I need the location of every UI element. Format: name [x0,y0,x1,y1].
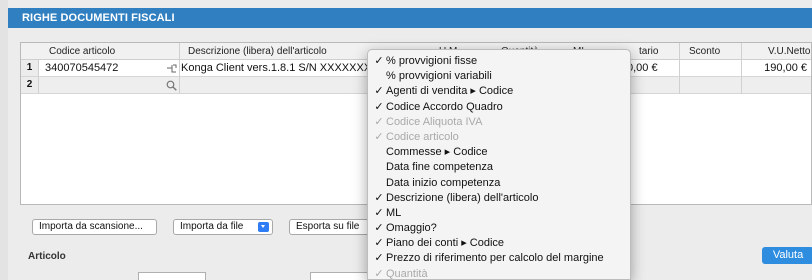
menu-item-label: Descrizione (libera) dell'articolo [386,191,539,204]
header-descrizione[interactable]: Descrizione (libera) dell'articolo [188,46,327,57]
menu-item-label: Commesse ▸ Codice [386,146,488,159]
importa-file-select[interactable]: Importa da file [173,219,273,235]
articolo-field[interactable] [310,272,370,280]
menu-item[interactable]: Data fine competenza [368,160,630,175]
checkmark-icon: ✓ [374,130,384,143]
row-number: 1 [21,60,39,76]
menu-item[interactable]: ✓ ML [368,206,630,221]
row-number: 2 [21,77,39,93]
menu-item-label: Prezzo di riferimento per calcolo del ma… [386,252,604,265]
column-visibility-menu[interactable]: ✓% provvigioni fisse% provvigioni variab… [367,49,631,280]
importa-file-label: Importa da file [180,221,244,232]
menu-item-label: Omaggio? [386,222,437,235]
menu-item[interactable]: ✓ Piano dei conti ▸ Codice [368,236,630,251]
checkmark-icon: ✓ [374,191,384,204]
importa-scansione-button[interactable]: Importa da scansione... [32,219,157,235]
checkmark-icon: ✓ [374,115,384,128]
checkmark-icon: ✓ [374,85,384,98]
articolo-field[interactable] [138,272,206,280]
checkmark-icon: ✓ [374,237,384,250]
checkmark-icon: ✓ [374,222,384,235]
chevron-down-icon [258,222,269,232]
menu-item-label: Codice Aliquota IVA [386,115,483,128]
menu-item-label: % provvigioni fisse [386,55,478,67]
menu-item-label: ML [386,206,402,219]
section-articolo-label: Articolo [28,251,66,262]
menu-item[interactable]: % provvigioni variabili [368,69,630,84]
menu-item-label: Piano dei conti ▸ Codice [386,237,505,250]
link-icon[interactable] [166,63,177,74]
header-codice-articolo[interactable]: Codice articolo [49,46,115,57]
menu-item[interactable]: ✓% provvigioni fisse [368,54,630,69]
menu-item-label: Codice Accordo Quadro [386,100,503,113]
cell-codice-articolo[interactable] [45,77,155,93]
column-divider [179,43,180,94]
menu-item-label: Data inizio competenza [386,176,501,189]
menu-item[interactable]: Commesse ▸ Codice [368,145,630,160]
menu-item-label: % provvigioni variabili [386,70,492,83]
menu-item-label: Data fine competenza [386,161,494,174]
checkmark-icon: ✓ [374,55,384,67]
panel-title: RIGHE DOCUMENTI FISCALI [8,8,812,28]
column-divider [741,43,742,94]
cell-v-u-netto[interactable]: 190,00 € [743,60,809,76]
menu-item: ✓ Codice articolo [368,130,630,145]
menu-item-label: Agenti di vendita ▸ Codice [386,85,514,98]
cell-v-unitario[interactable]: 0,00 € [627,60,671,76]
column-divider [679,43,680,94]
menu-item[interactable]: ✓ Codice Accordo Quadro [368,100,630,115]
menu-item[interactable]: ✓ Agenti di vendita ▸ Codice [368,84,630,99]
menu-item[interactable]: Data inizio competenza [368,176,630,191]
menu-item-label: Quantità [386,267,428,280]
menu-item[interactable]: ✓ Descrizione (libera) dell'articolo [368,191,630,206]
header-sconto[interactable]: Sconto [689,46,720,57]
checkmark-icon: ✓ [374,206,384,219]
menu-item[interactable]: ✓ Prezzo di riferimento per calcolo del m… [368,251,630,266]
menu-item: ✓ Codice Aliquota IVA [368,115,630,130]
menu-item-label: Codice articolo [386,130,459,143]
checkmark-icon: ✓ [374,252,384,265]
checkmark-icon: ✓ [374,267,384,280]
header-v-u-netto[interactable]: V.U.Netto [768,46,810,57]
menu-item: ✓ Quantità [368,267,630,280]
menu-item[interactable]: ✓ Omaggio? [368,221,630,236]
valuta-button[interactable]: Valuta [762,247,812,264]
header-v-unitario[interactable]: tario [639,46,658,57]
cell-codice-articolo[interactable]: 340070545472 [45,60,155,76]
cell-sconto[interactable] [681,60,741,76]
esporta-file-button[interactable]: Esporta su file [289,219,377,235]
checkmark-icon: ✓ [374,100,384,113]
search-icon[interactable] [166,80,177,91]
